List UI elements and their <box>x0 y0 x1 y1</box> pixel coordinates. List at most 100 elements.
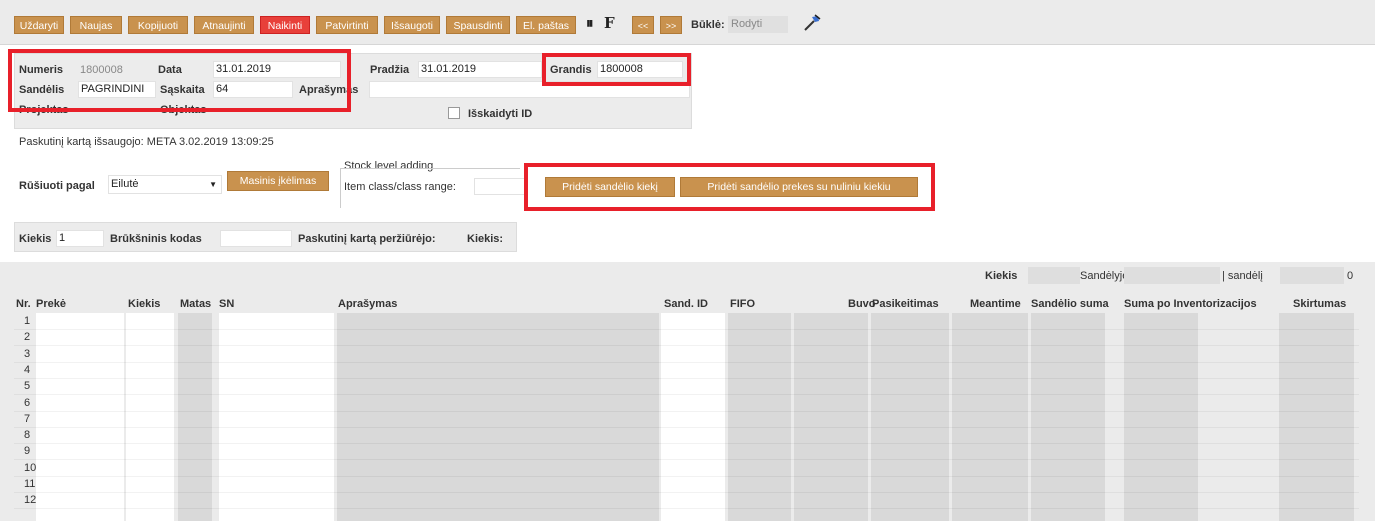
summary-cell-2 <box>1124 267 1220 284</box>
table-row <box>14 459 1359 461</box>
scan-kiekis-field[interactable]: 1 <box>56 230 104 247</box>
prev-button[interactable]: << <box>632 16 654 34</box>
table-row-number: 4 <box>24 363 31 376</box>
aprasymas-label: Aprašymas <box>299 84 359 96</box>
new-button[interactable]: Naujas <box>70 16 122 34</box>
column-fifo <box>728 313 791 521</box>
f-icon[interactable]: F <box>604 14 615 32</box>
next-button[interactable]: >> <box>660 16 682 34</box>
masinis-button[interactable]: Masinis įkėlimas <box>227 171 329 191</box>
pradzia-field[interactable]: 31.01.2019 <box>418 61 542 78</box>
close-button[interactable]: Uždaryti <box>14 16 64 34</box>
column-sandelio-suma <box>1031 313 1105 521</box>
col-header-preke[interactable]: Prekė <box>36 298 66 310</box>
status-label: Būklė: <box>691 19 725 31</box>
fieldset-line-left <box>340 168 341 208</box>
status-field[interactable]: Rodyti <box>728 16 788 33</box>
hammer-icon[interactable] <box>802 13 822 33</box>
barcode-field[interactable] <box>220 230 292 247</box>
col-header-sandelio-suma[interactable]: Sandėlio suma <box>1031 298 1109 310</box>
pradzia-label: Pradžia <box>370 64 410 76</box>
save-button[interactable]: Išsaugoti <box>384 16 440 34</box>
column-kiekis[interactable] <box>126 313 174 521</box>
table-row <box>14 443 1359 445</box>
grandis-field[interactable]: 1800008 <box>597 61 683 78</box>
table-row-number: 5 <box>24 380 31 393</box>
grandis-label: Grandis <box>550 64 592 76</box>
isskaidyti-checkbox[interactable] <box>448 107 460 119</box>
column-buvo <box>794 313 868 521</box>
data-field[interactable]: 31.01.2019 <box>213 61 341 78</box>
column-suma-po <box>1124 313 1198 521</box>
table-row-number: 8 <box>24 429 31 442</box>
saskaita-label: Sąskaita <box>160 84 205 96</box>
copy-button[interactable]: Kopijuoti <box>128 16 188 34</box>
column-pasikeitimas <box>871 313 949 521</box>
col-header-kiekis[interactable]: Kiekis <box>128 298 160 310</box>
summary-cell-3 <box>1280 267 1344 284</box>
table-row-number: 2 <box>24 331 31 344</box>
col-header-skirtumas[interactable]: Skirtumas <box>1293 298 1346 310</box>
table-row <box>14 508 1359 510</box>
col-header-sn[interactable]: SN <box>219 298 234 310</box>
last-saved-text: Paskutinį kartą išsaugojo: META 3.02.201… <box>19 136 274 148</box>
column-sn[interactable] <box>219 313 334 521</box>
col-header-suma-po[interactable]: Suma po Inventorizacijos <box>1124 298 1257 310</box>
projektas-label: Projektas <box>19 104 69 116</box>
sandelis-field[interactable]: PAGRINDINI <box>78 81 156 98</box>
sort-select-value: Eilutė <box>111 178 139 190</box>
scan-kiekis-label: Kiekis <box>19 233 52 245</box>
summary-kiekis-label: Kiekis <box>985 270 1018 282</box>
column-preke[interactable] <box>36 313 124 521</box>
col-header-matas[interactable]: Matas <box>180 298 211 310</box>
sort-select[interactable]: Eilutė ▼ <box>108 175 222 194</box>
email-button[interactable]: El. paštas <box>516 16 576 34</box>
objektas-label: Objektas <box>160 104 207 116</box>
table-row <box>14 410 1359 412</box>
col-header-nr[interactable]: Nr. <box>16 298 31 310</box>
table-row-number: 7 <box>24 412 31 425</box>
confirm-button[interactable]: Patvirtinti <box>316 16 378 34</box>
col-header-aprasymas[interactable]: Aprašymas <box>338 298 397 310</box>
paperclip-icon[interactable]: ⏸ <box>586 14 594 32</box>
table-row <box>14 345 1359 347</box>
table-row-number: 10 <box>24 461 37 474</box>
item-class-field[interactable] <box>474 178 526 195</box>
column-skirtumas <box>1279 313 1354 521</box>
scan-kiekis2-label: Kiekis: <box>467 233 504 245</box>
summary-sandelyje-label: Sandėlyje <box>1080 270 1129 282</box>
delete-button[interactable]: Naikinti <box>260 16 310 34</box>
sort-label: Rūšiuoti pagal <box>19 180 95 192</box>
table-row <box>14 377 1359 379</box>
column-aprasymas <box>337 313 659 521</box>
col-header-pasikeitimas[interactable]: Pasikeitimas <box>872 298 939 310</box>
data-label: Data <box>158 64 182 76</box>
table-row-number: 6 <box>24 396 31 409</box>
table-row-number: 3 <box>24 347 31 360</box>
numeris-value: 1800008 <box>80 64 123 76</box>
column-matas <box>178 313 212 521</box>
add-qty-button[interactable]: Pridėti sandėlio kiekį <box>545 177 675 197</box>
table-row <box>14 475 1359 477</box>
refresh-button[interactable]: Atnaujinti <box>194 16 254 34</box>
summary-sandeli-value: 0 <box>1347 270 1354 282</box>
table-row <box>14 492 1359 493</box>
col-header-meantime[interactable]: Meantime <box>970 298 1021 310</box>
aprasymas-field[interactable] <box>369 81 690 98</box>
col-header-sand-id[interactable]: Sand. ID <box>664 298 708 310</box>
item-class-label: Item class/class range: <box>344 181 456 193</box>
summary-cell-1 <box>1028 267 1080 284</box>
print-button[interactable]: Spausdinti <box>446 16 510 34</box>
saskaita-field[interactable]: 64 <box>213 81 293 98</box>
fieldset-line <box>340 168 520 169</box>
col-header-fifo[interactable]: FIFO <box>730 298 755 310</box>
table-row <box>14 361 1359 363</box>
table-row-number: 11 <box>24 478 36 490</box>
chevron-down-icon: ▼ <box>209 180 217 189</box>
stock-title: Stock level adding <box>344 160 434 172</box>
table-row <box>14 394 1359 396</box>
add-zero-button[interactable]: Pridėti sandėlio prekes su nuliniu kieki… <box>680 177 918 197</box>
table-row <box>14 329 1359 330</box>
table-row-number: 12 <box>24 494 37 507</box>
column-sand-id[interactable] <box>661 313 725 521</box>
